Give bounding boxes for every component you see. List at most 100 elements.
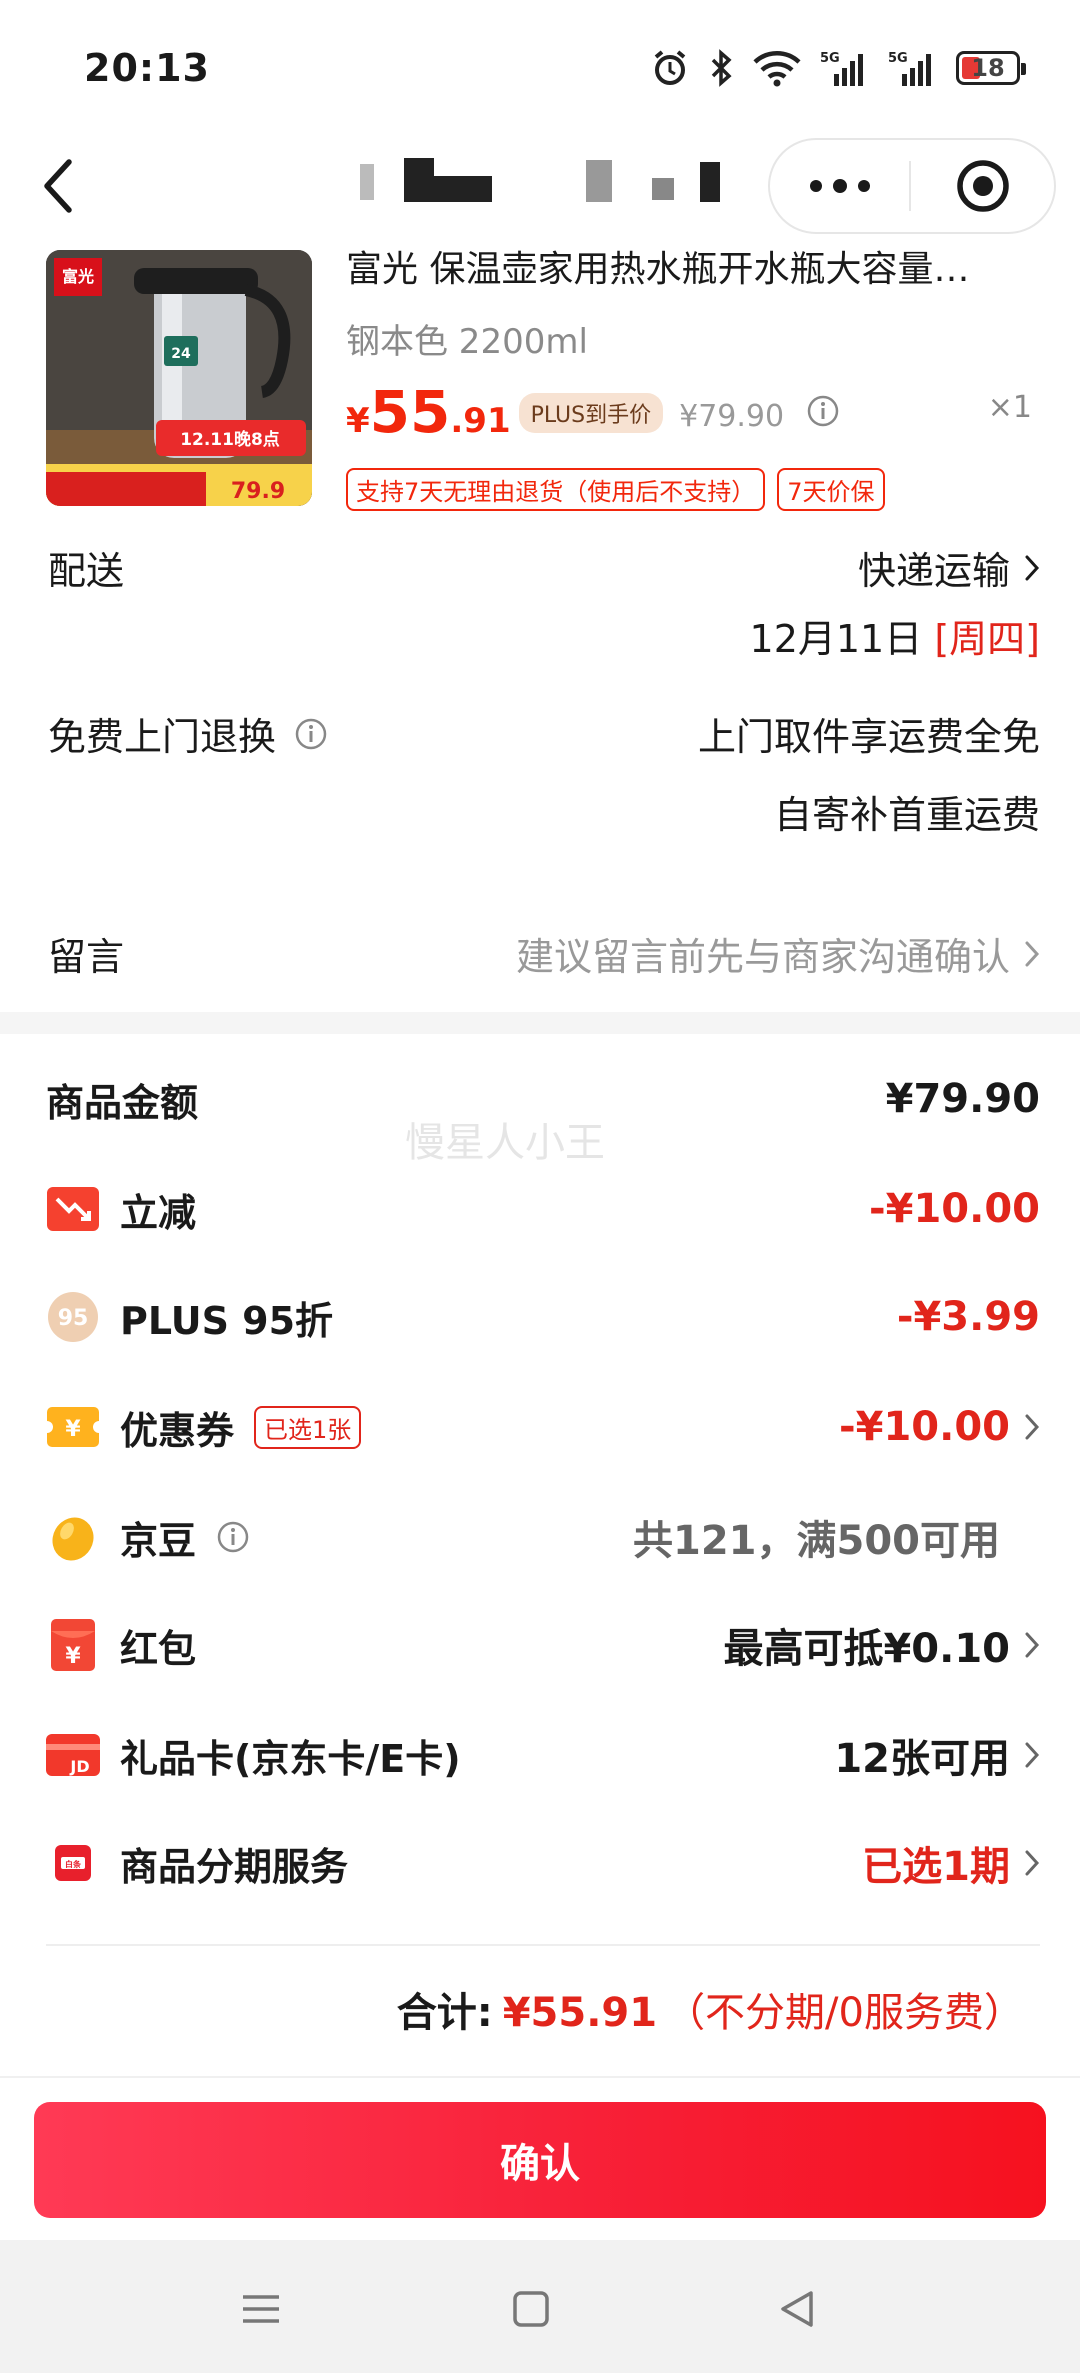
gift-card-label: 礼品卡(京东卡/E卡) [120, 1736, 461, 1781]
plus-price-tag: PLUS到手价 [518, 393, 664, 433]
svg-text:24: 24 [171, 346, 191, 362]
close-mini-program-button[interactable] [911, 140, 1054, 232]
red-packet-label: 红包 [120, 1626, 197, 1671]
svg-text:JD: JD [69, 1757, 89, 1776]
total-label: 合计: [396, 1990, 493, 2036]
plus-discount-value: -¥3.99 [896, 1294, 1040, 1340]
svg-text:5G: 5G [820, 51, 840, 66]
status-time: 20:13 [84, 46, 210, 90]
nav-bar [0, 130, 1080, 240]
original-price: ¥79.90 [679, 399, 785, 434]
total-amount: ¥55.91 [502, 1990, 658, 2036]
installment-value: 已选1期 [862, 1844, 1010, 1890]
coupon-icon: ¥ [46, 1400, 100, 1454]
target-close-icon [956, 160, 1009, 212]
chevron-right-icon [1025, 555, 1040, 580]
plus-discount-row: 95 PLUS 95折 -¥3.99 [46, 1282, 1040, 1352]
more-button[interactable] [770, 140, 909, 232]
installment-label: 商品分期服务 [120, 1844, 349, 1889]
price-row: ¥ 55 .91 PLUS到手价 ¥79.90 [346, 378, 840, 446]
status-bar: 20:13 5G 5G 18 [0, 0, 1080, 140]
price-info-icon[interactable] [806, 394, 840, 428]
signal-5g-icon-2: 5G [888, 48, 938, 88]
price-symbol: ¥ [346, 401, 370, 441]
instant-discount-label: 立减 [120, 1190, 197, 1235]
image-promo-text: 12.11晚8点 [180, 429, 280, 450]
image-price-text: 79.9 [231, 479, 285, 504]
price-protect-tag: 7天价保 [777, 468, 885, 511]
bluetooth-icon [708, 48, 734, 88]
coupon-label: 优惠券 [120, 1408, 235, 1453]
info-icon[interactable] [216, 1520, 250, 1554]
installment-icon: 白条 [46, 1836, 100, 1890]
delivery-row[interactable]: 配送 快递运输 [48, 540, 1040, 600]
gift-card-row[interactable]: JD 礼品卡(京东卡/E卡) 12张可用 [46, 1720, 1040, 1790]
battery-icon: 18 [956, 51, 1026, 85]
product-quantity: ×1 [987, 390, 1032, 425]
svg-text:¥: ¥ [65, 1644, 81, 1669]
chevron-left-icon [44, 159, 72, 213]
image-brand-badge: 富光 [62, 267, 94, 286]
jd-bean-row: 京豆 共121，满500可用 [46, 1502, 1040, 1572]
product-item[interactable]: 富光 24 12.11晚8点 79.9 富光 保温壶家用热水瓶开水瓶大容量… 钢… [0, 240, 1080, 511]
chevron-right-icon [1025, 1414, 1040, 1440]
total-note: （不分期/0服务费） [665, 1990, 1024, 2036]
chevron-right-icon [1025, 1850, 1040, 1876]
jd-bean-value: 共121，满500可用 [633, 1518, 1000, 1564]
gift-card-icon: JD [46, 1728, 100, 1782]
price-decimal: .91 [450, 401, 511, 441]
coupon-row[interactable]: ¥ 优惠券 已选1张 -¥10.00 [46, 1392, 1040, 1462]
delivery-label: 配送 [48, 549, 125, 593]
instant-discount-row: 立减 -¥10.00 [46, 1174, 1040, 1244]
delivery-date: 12月11日 [周四] [750, 608, 1040, 663]
installment-row[interactable]: 白条 商品分期服务 已选1期 [46, 1828, 1040, 1898]
note-row[interactable]: 留言 建议留言前先与商家沟通确认 [48, 926, 1040, 986]
product-name: 富光 保温壶家用热水瓶开水瓶大容量… [346, 249, 970, 290]
info-icon[interactable] [294, 717, 328, 751]
instant-discount-icon [46, 1182, 100, 1236]
total-divider [46, 1944, 1040, 1946]
red-packet-icon: ¥ [46, 1618, 100, 1672]
return-policy-tag: 支持7天无理由退货（使用后不支持） [346, 468, 766, 511]
jd-bean-label: 京豆 [120, 1518, 197, 1563]
back-button[interactable] [28, 154, 88, 218]
battery-level: 18 [971, 54, 1005, 82]
goods-amount-row: 商品金额 ¥79.90 [46, 1064, 1040, 1134]
menu-button[interactable] [226, 2274, 296, 2344]
delivery-date-text: 12月11日 [749, 617, 923, 661]
plus-95-icon: 95 [46, 1290, 100, 1344]
instant-discount-value: -¥10.00 [869, 1186, 1040, 1232]
alarm-icon [650, 48, 690, 88]
red-packet-value: 最高可抵¥0.10 [723, 1626, 1010, 1672]
product-spec: 钢本色 2200ml [346, 322, 588, 362]
back-system-button[interactable] [762, 2274, 832, 2344]
delivery-weekday: [周四] [934, 617, 1040, 661]
svg-text:白条: 白条 [65, 1859, 82, 1869]
delivery-method[interactable]: 快递运输 [858, 540, 1040, 595]
section-divider [0, 1012, 1080, 1034]
red-packet-row[interactable]: ¥ 红包 最高可抵¥0.10 [46, 1610, 1040, 1680]
service-tags: 支持7天无理由退货（使用后不支持） 7天价保 [346, 468, 885, 511]
home-square-icon [513, 2291, 549, 2327]
wifi-icon [752, 49, 802, 87]
note-input[interactable]: 建议留言前先与商家沟通确认 [516, 926, 1040, 981]
home-button[interactable] [496, 2274, 566, 2344]
status-icons: 5G 5G 18 [650, 48, 1026, 88]
confirm-button[interactable]: 确认 [34, 2102, 1046, 2218]
svg-text:¥: ¥ [65, 1417, 81, 1442]
bottom-divider [0, 2076, 1080, 2078]
plus-discount-label: PLUS 95折 [120, 1298, 334, 1343]
note-placeholder: 建议留言前先与商家沟通确认 [515, 935, 1010, 979]
note-label: 留言 [48, 935, 125, 979]
price-integer: 55 [369, 378, 451, 446]
gift-card-value: 12张可用 [834, 1736, 1010, 1782]
total-row: 合计: ¥55.91 （不分期/0服务费） [397, 1980, 1024, 2038]
goods-amount-value: ¥79.90 [885, 1076, 1040, 1122]
goods-amount-label: 商品金额 [46, 1080, 199, 1125]
signal-5g-icon: 5G [820, 48, 870, 88]
return-label: 免费上门退换 [48, 715, 277, 759]
coupon-value: -¥10.00 [839, 1404, 1010, 1450]
svg-text:5G: 5G [888, 51, 908, 66]
menu-icon [243, 2295, 279, 2323]
more-dots-icon [809, 179, 870, 193]
